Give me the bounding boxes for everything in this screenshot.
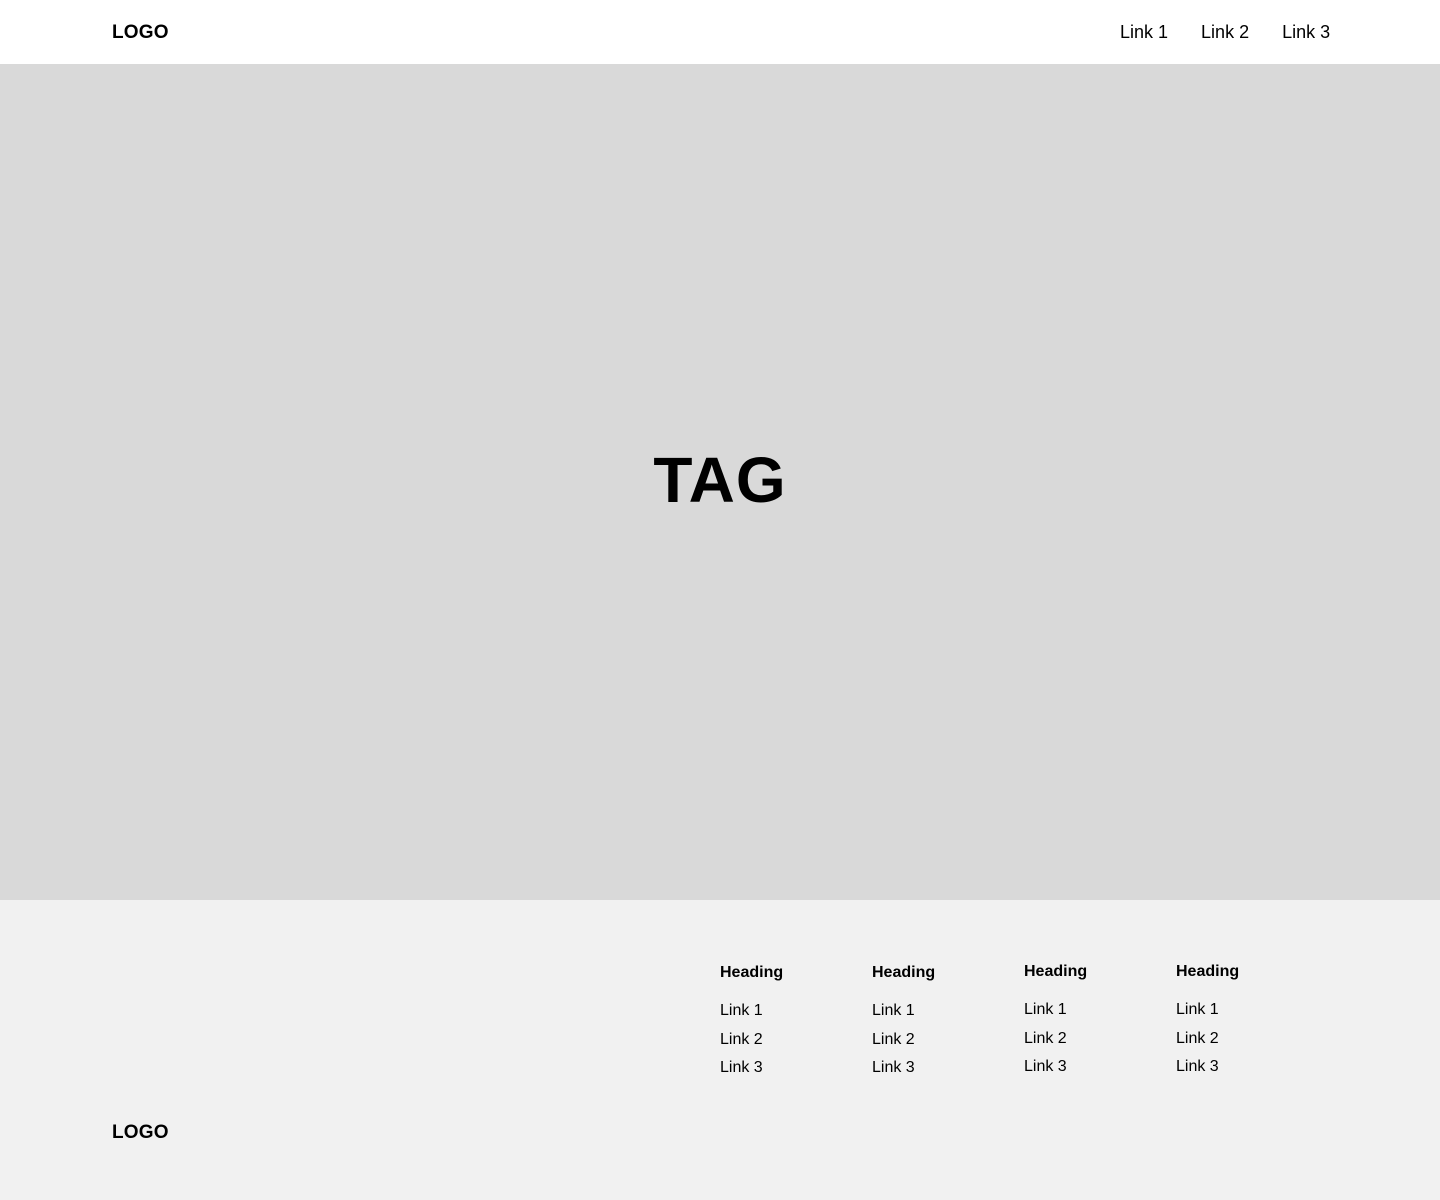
footer-link[interactable]: Link 3 xyxy=(720,1054,860,1083)
footer-link[interactable]: Link 3 xyxy=(1176,1053,1316,1082)
footer-heading: Heading xyxy=(720,964,784,981)
header-nav: Link 1 Link 2 Link 3 xyxy=(1120,20,1330,44)
footer-link[interactable]: Link 1 xyxy=(720,997,860,1026)
footer-link[interactable]: Link 1 xyxy=(1176,996,1316,1025)
header-link-3[interactable]: Link 3 xyxy=(1282,20,1330,44)
footer-logo[interactable]: LOGO xyxy=(112,1120,169,1146)
footer-link[interactable]: Link 3 xyxy=(1024,1053,1164,1082)
footer-column-1: Heading Link 1 Link 2 Link 3 xyxy=(720,962,860,1083)
header-link-2[interactable]: Link 2 xyxy=(1201,20,1249,44)
header-logo[interactable]: LOGO xyxy=(112,20,169,46)
footer-link[interactable]: Link 1 xyxy=(1024,996,1164,1025)
footer-column-2: Heading Link 1 Link 2 Link 3 xyxy=(872,962,1012,1083)
footer-link[interactable]: Link 2 xyxy=(872,1026,1012,1055)
header-link-1[interactable]: Link 1 xyxy=(1120,20,1168,44)
footer-link[interactable]: Link 2 xyxy=(720,1026,860,1055)
hero-section: TAG xyxy=(0,64,1440,900)
footer-heading: Heading xyxy=(1024,963,1088,980)
footer-link[interactable]: Link 3 xyxy=(872,1054,1012,1083)
footer-link[interactable]: Link 2 xyxy=(1176,1025,1316,1054)
footer-link[interactable]: Link 2 xyxy=(1024,1025,1164,1054)
footer-column-4: Heading Link 1 Link 2 Link 3 xyxy=(1176,961,1316,1082)
footer-heading: Heading xyxy=(1176,963,1240,980)
footer-heading: Heading xyxy=(872,964,936,981)
footer-link[interactable]: Link 1 xyxy=(872,997,1012,1026)
site-footer: Heading Link 1 Link 2 Link 3 Heading Lin… xyxy=(0,900,1440,1200)
footer-column-3: Heading Link 1 Link 2 Link 3 xyxy=(1024,961,1164,1082)
site-header: LOGO Link 1 Link 2 Link 3 xyxy=(0,0,1440,64)
hero-tag: TAG xyxy=(653,444,787,516)
